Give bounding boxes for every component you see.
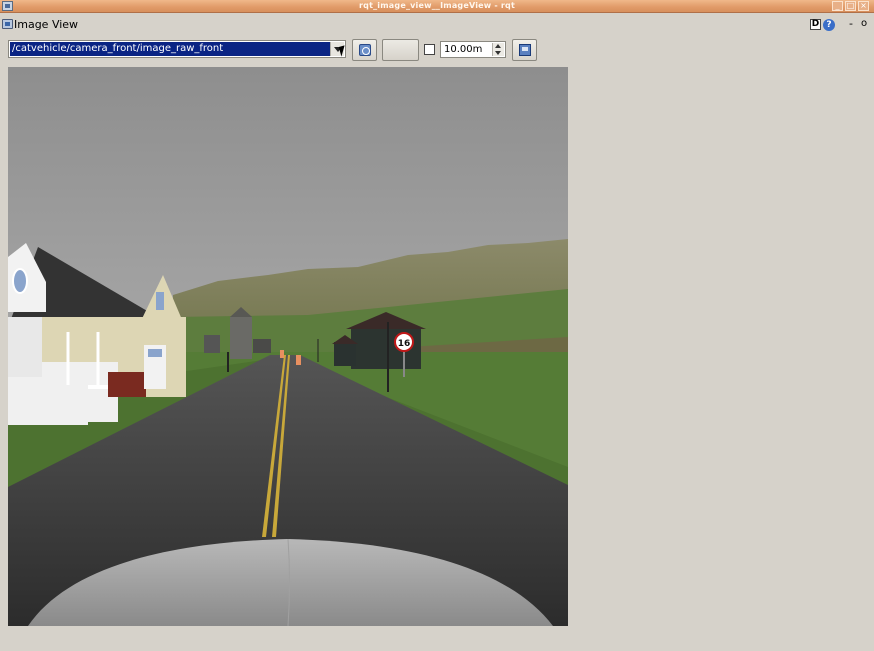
- spin-arrows-icon[interactable]: [492, 43, 504, 56]
- plugin-header: Image View D ? - o: [0, 15, 874, 35]
- window-minimize-button[interactable]: _: [832, 1, 843, 11]
- image-view-icon: [2, 19, 13, 29]
- window-title: rqt_image_view__ImageView - rqt: [359, 1, 515, 10]
- topic-select-value: /catvehicle/camera_front/image_raw_front: [10, 42, 331, 56]
- save-image-button[interactable]: [512, 39, 537, 61]
- save-image-icon: [519, 44, 531, 56]
- help-button[interactable]: ?: [823, 19, 835, 31]
- plugin-close-button[interactable]: o: [861, 18, 867, 30]
- camera-image-view[interactable]: 16: [8, 67, 568, 626]
- refresh-topics-button[interactable]: [352, 39, 377, 61]
- plugin-minimize-button[interactable]: -: [849, 18, 853, 30]
- window-titlebar: rqt_image_view__ImageView - rqt _ □ ×: [0, 0, 874, 13]
- zoom-spinbox[interactable]: 10.00m: [440, 41, 506, 58]
- speed-sign-text: 16: [398, 339, 411, 349]
- window-maximize-button[interactable]: □: [845, 1, 856, 11]
- topic-select[interactable]: /catvehicle/camera_front/image_raw_front: [8, 40, 346, 58]
- refresh-topics-icon: [359, 44, 371, 56]
- zoom-value: 10.00m: [444, 44, 483, 55]
- dock-button[interactable]: D: [810, 19, 821, 30]
- zoom-checkbox[interactable]: [424, 44, 435, 55]
- plugin-title: Image View: [14, 18, 79, 31]
- toolbar-blank-button[interactable]: [382, 39, 419, 61]
- window-close-button[interactable]: ×: [858, 1, 869, 11]
- camera-frame: 16: [8, 67, 568, 626]
